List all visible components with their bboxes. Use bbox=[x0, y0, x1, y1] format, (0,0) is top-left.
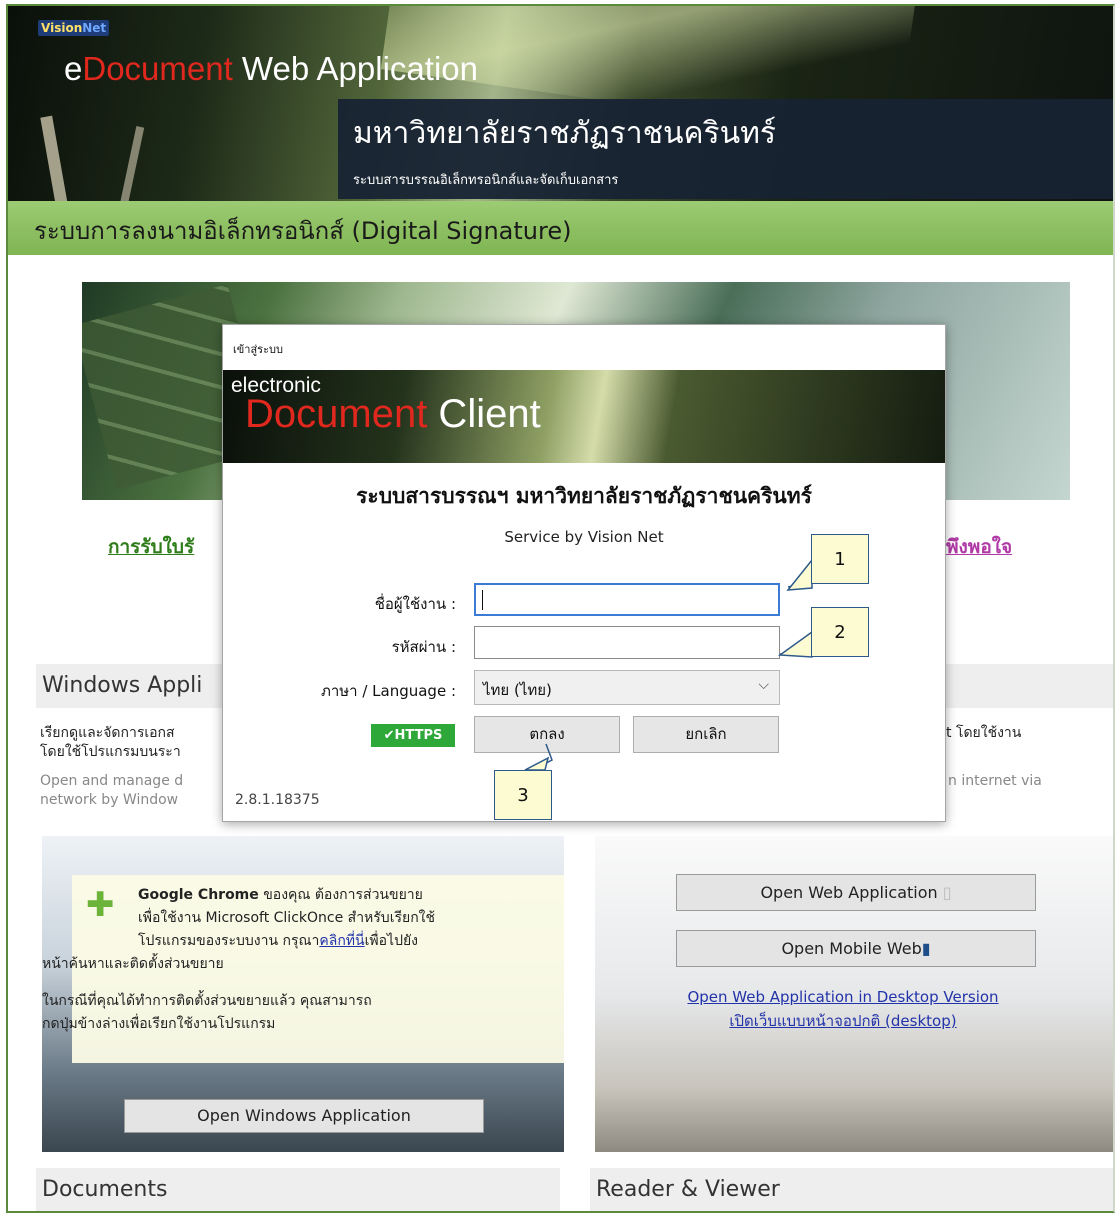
https-badge: ✔HTTPS bbox=[371, 724, 455, 747]
callout-1: 1 bbox=[811, 534, 869, 584]
windows-desc-en-2: network by Window bbox=[40, 792, 179, 808]
web-desc-th-1: t โดยใช้งาน bbox=[946, 725, 1022, 741]
callout-2: 2 bbox=[811, 607, 869, 657]
desktop-icon: ▯ bbox=[942, 883, 952, 902]
header-banner: VisionNet eDocument Web Application มหาว… bbox=[8, 6, 1113, 201]
chrome-notice-text: Google Chrome ของคุณ ต้องการส่วนขยาย เพื… bbox=[42, 887, 436, 1032]
documents-section-header: Documents bbox=[36, 1168, 560, 1211]
desktop-version-link-th[interactable]: เปิดเว็บแบบหน้าจอปกติ (desktop) bbox=[608, 1009, 1078, 1033]
banner-decor bbox=[119, 126, 145, 201]
mobile-phone-icon: ▮ bbox=[921, 939, 931, 958]
desktop-version-link[interactable]: Open Web Application in Desktop Version bbox=[608, 988, 1078, 1006]
windows-desc-th-2: โดยใช้โปรแกรมบนระา bbox=[40, 744, 181, 760]
open-mobile-web-button[interactable]: Open Mobile Web▮ bbox=[676, 930, 1036, 967]
click-here-link[interactable]: คลิกที่นี่ bbox=[319, 933, 364, 949]
section-bar-title: ระบบการลงนามอิเล็กทรอนิกส์ (Digital Sign… bbox=[34, 217, 572, 245]
chevron-down-icon: ⌵ bbox=[758, 677, 769, 693]
dialog-title: เข้าสู่ระบบ bbox=[233, 343, 283, 356]
ok-button[interactable]: ตกลง bbox=[474, 716, 620, 753]
password-input[interactable] bbox=[474, 626, 780, 659]
language-label: ภาษา / Language : bbox=[320, 682, 456, 700]
banner-decor bbox=[40, 115, 68, 201]
windows-desc-en-1: Open and manage d bbox=[40, 773, 184, 789]
dialog-banner: electronic Document Client bbox=[223, 370, 945, 463]
vision-net-logo: VisionNet bbox=[38, 20, 110, 36]
version-text: 2.8.1.18375 bbox=[235, 792, 320, 808]
web-desc-en-1: n internet via bbox=[948, 773, 1042, 789]
satisfaction-link[interactable]: พึงพอใจ bbox=[946, 532, 1012, 562]
university-name: มหาวิทยาลัยราชภัฏราชนครินทร์ bbox=[353, 116, 777, 151]
app-title: eDocument Web Application bbox=[64, 50, 478, 87]
username-label: ชื่อผู้ใช้งาน : bbox=[374, 595, 456, 613]
system-subtitle: ระบบสารบรรณอิเล็กทรอนิกส์และจัดเก็บเอกสา… bbox=[353, 173, 619, 188]
language-select[interactable]: ไทย (ไทย) ⌵ bbox=[474, 670, 780, 705]
dialog-heading: ระบบสารบรรณฯ มหาวิทยาลัยราชภัฏราชนครินทร… bbox=[356, 484, 812, 508]
certificate-link[interactable]: การรับใบรั bbox=[108, 532, 194, 562]
cancel-button[interactable]: ยกเลิก bbox=[633, 716, 779, 753]
section-bar: ระบบการลงนามอิเล็กทรอนิกส์ (Digital Sign… bbox=[8, 201, 1113, 255]
text-caret bbox=[482, 590, 483, 610]
reader-viewer-section-header: Reader & Viewer bbox=[590, 1168, 1113, 1211]
open-web-application-button[interactable]: Open Web Application ▯ bbox=[676, 874, 1036, 911]
windows-desc-th-1: เรียกดูและจัดการเอกส bbox=[40, 725, 175, 741]
callout-3: 3 bbox=[494, 770, 552, 820]
password-label: รหัสผ่าน : bbox=[391, 638, 456, 656]
banner-document-client-text: Document Client bbox=[245, 392, 541, 436]
chrome-name: Google Chrome bbox=[138, 887, 259, 903]
username-input[interactable] bbox=[474, 583, 780, 616]
open-windows-application-button[interactable]: Open Windows Application bbox=[124, 1099, 484, 1133]
